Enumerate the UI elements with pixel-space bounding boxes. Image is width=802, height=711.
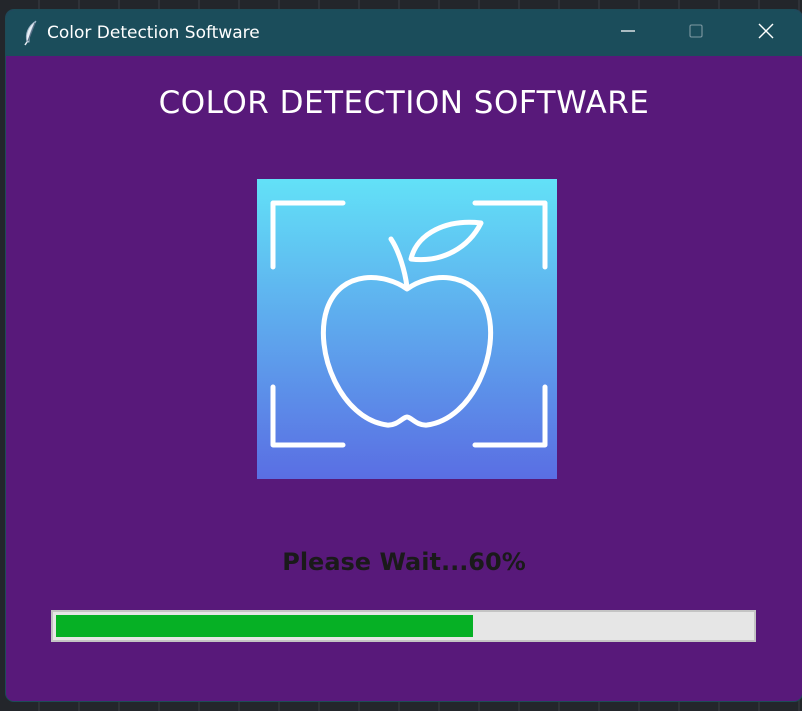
maximize-icon [688, 23, 704, 43]
apple-scan-icon [257, 179, 557, 479]
splash-content: COLOR DETECTION SOFTWARE Please Wait...6… [6, 56, 802, 701]
loading-status-text: Please Wait...60% [282, 548, 526, 576]
maximize-button[interactable] [662, 10, 730, 56]
progress-fill [56, 615, 473, 637]
minimize-button[interactable] [594, 10, 662, 56]
app-window: Color Detection Software COLOR DETECTION… [6, 10, 802, 701]
loading-progress-bar [51, 610, 756, 642]
close-icon [757, 22, 775, 44]
minimize-icon [620, 23, 636, 43]
window-title: Color Detection Software [47, 23, 260, 43]
title-bar[interactable]: Color Detection Software [6, 10, 802, 56]
feather-icon [22, 20, 40, 46]
close-button[interactable] [732, 10, 800, 56]
app-heading: COLOR DETECTION SOFTWARE [158, 85, 650, 121]
